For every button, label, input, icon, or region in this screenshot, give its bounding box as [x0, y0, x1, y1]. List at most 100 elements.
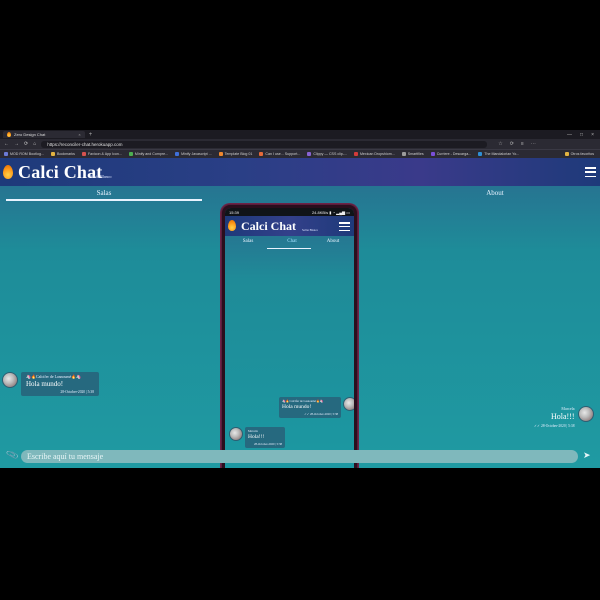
bookmark-favicon-icon — [81, 152, 86, 156]
phone-nav-about[interactable]: About — [315, 239, 351, 244]
forward-button[interactable]: → — [14, 141, 19, 147]
bookmark-item[interactable]: Minify Javascript ... — [175, 152, 212, 156]
phone-chat-active-indicator — [267, 248, 311, 249]
bookmark-favicon-icon — [401, 152, 406, 156]
bookmark-label: Curriere - Descarga... — [436, 152, 472, 156]
attach-clip-icon[interactable]: 📎 — [6, 449, 20, 462]
app-brand[interactable]: Calci Chat — [18, 162, 103, 183]
bookmark-label: Favicon & App Icon... — [87, 152, 122, 156]
bookmark-favicon-icon — [259, 152, 264, 156]
avatar — [343, 397, 354, 411]
bookmark-label: Minify Javascript ... — [181, 152, 212, 156]
bookmark-label: Can I use... Support... — [265, 152, 301, 156]
bookmark-favicon-icon — [128, 152, 133, 156]
nav-salas[interactable]: Salas — [0, 189, 208, 197]
message-date: ✓✓ 28-October-2020 | 5:38 — [304, 412, 338, 416]
phone-app-header: Calci Chat Salón Blanco — [225, 216, 354, 236]
salas-active-indicator — [6, 199, 202, 201]
desktop-screenshot: Zero Design Chat × + — □ × ← → ⟳ ⌂ https… — [0, 130, 600, 468]
hamburger-menu-icon[interactable] — [585, 167, 596, 177]
flame-logo-icon — [3, 165, 13, 179]
avatar — [577, 406, 594, 422]
phone-app-brand[interactable]: Calci Chat — [241, 219, 296, 234]
bookmark-favicon-icon — [175, 152, 180, 156]
bookmark-label: The Mandalorian Yo... — [484, 152, 520, 156]
message-date: 28-October-2020 | 5:38 — [60, 390, 94, 394]
bookmark-item[interactable]: Smartfiles — [401, 152, 424, 156]
url-field[interactable]: https://reconciler-chat.herokuapp.com — [41, 140, 488, 148]
composer: 📎 ➤ — [0, 448, 600, 468]
message-text: Hola mundo! — [282, 404, 312, 410]
phone-mockup: 15:39 24.8KB/s ▮ ◔ ▂▄▆ ▭ Calci Chat Saló… — [222, 205, 357, 468]
message-bubble: 🦄🔥Calcifer de Lasnoumé🔥🦄 Hola mundo! 28-… — [21, 372, 99, 396]
browser-tab-bar: Zero Design Chat × + — □ × — [0, 130, 600, 139]
url-text: https://reconciler-chat.herokuapp.com — [47, 141, 123, 147]
bookmark-label: Mexican Dropshiom... — [359, 152, 395, 156]
phone-hamburger-menu-icon[interactable] — [339, 222, 350, 231]
app-header: Calci Chat Salón Blanco — [0, 158, 600, 186]
phone-message-sent: 🦄🔥Calcifer de Lasnoumé🔥🦄 Hola mundo! ✓✓ … — [279, 397, 354, 418]
bookmark-label: Smartfiles — [407, 152, 424, 156]
browser-tab[interactable]: Zero Design Chat × — [3, 131, 85, 138]
nav-about[interactable]: About — [390, 189, 600, 197]
bookmark-item[interactable]: Mexican Dropshiom... — [353, 152, 395, 156]
new-tab-button[interactable]: + — [89, 132, 93, 138]
phone-status-bar: 15:39 24.8KB/s ▮ ◔ ▂▄▆ ▭ — [225, 208, 354, 216]
phone-nav-chat[interactable]: Chat — [277, 239, 307, 244]
folder-icon — [564, 152, 569, 156]
home-button[interactable]: ⌂ — [33, 141, 36, 147]
back-button[interactable]: ← — [4, 141, 9, 147]
bookmark-label: Minify and Compre... — [134, 152, 169, 156]
message-bubble: 🦄🔥Calcifer de Lasnoumé🔥🦄 Hola mundo! ✓✓ … — [279, 397, 341, 418]
message-input[interactable] — [21, 450, 578, 463]
bookmark-favicon-icon — [4, 152, 8, 156]
phone-status-icons: 24.8KB/s ▮ ◔ ▂▄▆ ▭ — [311, 209, 350, 215]
message-content: Marcela Hola!!! ✓✓ 28-October-2020 | 5:3… — [534, 406, 575, 428]
message-sent: Marcela Hola!!! ✓✓ 28-October-2020 | 5:3… — [534, 406, 594, 428]
room-subtitle: Salón Blanco — [90, 174, 112, 179]
bookmark-item[interactable]: Minify and Compre... — [128, 152, 169, 156]
browser-menu-icon[interactable]: ⋯ — [531, 141, 536, 147]
bookmarks-bar: MOD ROM Bootlog... Bookmarks Favicon & A… — [0, 149, 600, 158]
bookmark-item[interactable]: Clippy — CSS clip-... — [307, 152, 347, 156]
message-sender: Marcela — [561, 406, 575, 411]
phone-flame-logo-icon — [228, 220, 236, 231]
message-sender: 🦄🔥Calcifer de Lasnoumé🔥🦄 — [26, 374, 82, 379]
minimize-button[interactable]: — — [567, 132, 572, 138]
phone-status-time: 15:39 — [229, 209, 240, 215]
message-bubble: Marcela Hola!!! 28-October-2020 | 5:38 — [245, 427, 285, 448]
bookmark-item[interactable]: Bookmarks — [50, 152, 75, 156]
phone-nav-salas[interactable]: Salas — [225, 239, 271, 244]
send-icon[interactable]: ➤ — [583, 451, 591, 461]
phone-screen: 15:39 24.8KB/s ▮ ◔ ▂▄▆ ▭ Calci Chat Saló… — [225, 208, 354, 468]
bookmark-label: Clippy — CSS clip-... — [313, 152, 347, 156]
collections-icon[interactable]: ≡ — [521, 141, 524, 147]
bookmark-item[interactable]: MOD ROM Bootlog... — [4, 152, 44, 156]
bookmark-item[interactable]: Curriere - Descarga... — [430, 152, 472, 156]
message-received: 🦄🔥Calcifer de Lasnoumé🔥🦄 Hola mundo! 28-… — [2, 372, 99, 396]
bookmark-item[interactable]: The Mandalorian Yo... — [478, 152, 519, 156]
bookmark-item[interactable]: Can I use... Support... — [259, 152, 300, 156]
bookmark-favicon-icon — [353, 152, 358, 156]
tab-favicon-icon — [7, 132, 11, 137]
bookmark-item[interactable]: Template Blog 01 — [218, 152, 252, 156]
tab-close-icon[interactable]: × — [78, 132, 80, 137]
read-check-icon: ✓✓ — [534, 424, 541, 428]
other-favorites-folder[interactable]: Otros favoritos — [564, 152, 600, 156]
message-date: 28-October-2020 | 5:38 — [253, 442, 282, 446]
reload-button[interactable]: ⟳ — [24, 141, 28, 147]
close-window-button[interactable]: × — [591, 132, 594, 138]
window-controls: — □ × — [567, 132, 600, 138]
tab-title: Zero Design Chat — [14, 132, 46, 137]
phone-room-subtitle: Salón Blanco — [302, 228, 319, 232]
message-date: 28-October-2020 | 5:38 — [540, 424, 575, 428]
message-date-row: ✓✓ 28-October-2020 | 5:38 — [534, 424, 575, 428]
sync-icon[interactable]: ⟳ — [510, 141, 514, 147]
maximize-button[interactable]: □ — [580, 132, 583, 138]
favorite-star-icon[interactable]: ☆ — [498, 141, 502, 147]
message-sender: 🦄🔥Calcifer de Lasnoumé🔥🦄 — [282, 399, 324, 403]
avatar — [229, 427, 243, 441]
bookmark-label: Bookmarks — [56, 152, 75, 156]
message-text: Hola!!! — [550, 412, 575, 421]
bookmark-item[interactable]: Favicon & App Icon... — [81, 152, 122, 156]
